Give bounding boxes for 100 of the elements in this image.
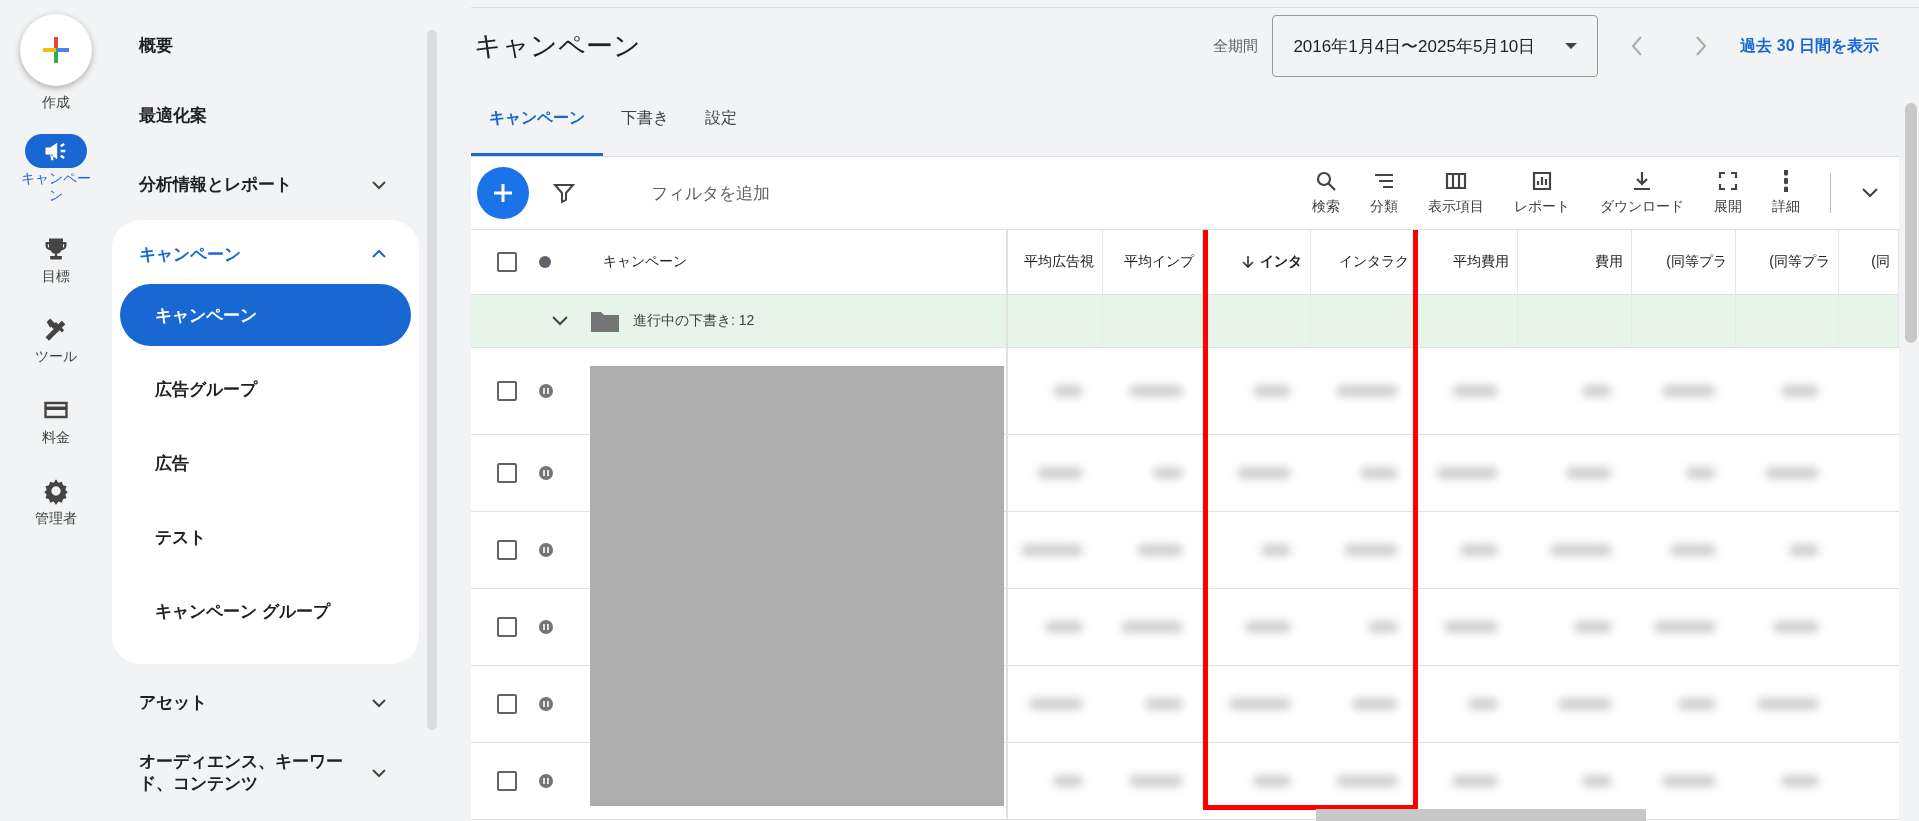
row-checkbox[interactable] <box>497 694 517 714</box>
sort-down-icon <box>1242 255 1254 269</box>
row-checkbox[interactable] <box>497 463 517 483</box>
blurred-value <box>1789 544 1819 556</box>
add-button[interactable] <box>477 167 529 219</box>
sidebar-subitem[interactable]: 広告 <box>119 432 411 494</box>
blurred-value <box>1368 621 1398 633</box>
plus-icon <box>40 35 71 65</box>
tab[interactable]: 設定 <box>687 84 755 156</box>
chevron-down-icon <box>371 698 387 708</box>
tab[interactable]: 下書き <box>603 84 687 156</box>
row-checkbox[interactable] <box>497 771 517 791</box>
columns-button[interactable]: 表示項目 <box>1416 170 1496 216</box>
sidebar-subitem[interactable]: 広告グループ <box>119 358 411 420</box>
blurred-value <box>1352 698 1398 710</box>
column-header[interactable]: 平均費用 <box>1418 230 1518 294</box>
column-header[interactable]: キャンペーン <box>603 253 687 271</box>
horizontal-scrollbar[interactable] <box>1316 809 1646 821</box>
row-checkbox[interactable] <box>497 617 517 637</box>
column-header[interactable]: 平均インプ <box>1103 230 1203 294</box>
sidebar-subitem[interactable]: テスト <box>119 506 411 568</box>
blurred-value <box>1336 385 1398 397</box>
row-checkbox[interactable] <box>497 381 517 401</box>
blurred-value <box>1021 544 1083 556</box>
blurred-value <box>1129 775 1183 787</box>
column-header[interactable]: 費用 <box>1518 230 1632 294</box>
blurred-value <box>1757 698 1819 710</box>
segment-button[interactable]: 分類 <box>1358 170 1410 216</box>
rail-item[interactable]: キャンペーン <box>5 134 106 204</box>
column-header[interactable]: (同等プラ <box>1632 230 1736 294</box>
rail-item[interactable]: ツール <box>5 312 106 366</box>
report-button[interactable]: レポート <box>1502 170 1582 216</box>
rail-item[interactable]: 料金 <box>5 393 106 446</box>
sidebar-item[interactable]: キャンペーン <box>111 224 419 284</box>
blurred-value <box>1253 775 1291 787</box>
download-button[interactable]: ダウンロード <box>1588 170 1696 216</box>
more-button[interactable]: 詳細 <box>1760 170 1812 216</box>
blurred-value <box>1229 698 1291 710</box>
blurred-value <box>1344 544 1398 556</box>
blurred-value <box>1773 621 1819 633</box>
column-header[interactable]: (同等プラ <box>1736 230 1839 294</box>
sidebar-item[interactable]: オーディエンス、キーワード、コンテンツ <box>111 738 427 808</box>
blurred-value <box>1121 621 1183 633</box>
show-last-30-days-link[interactable]: 過去 30 日間を表示 <box>1740 35 1879 57</box>
chevron-down-icon[interactable] <box>551 315 569 327</box>
search-icon <box>1315 170 1337 192</box>
drafts-label[interactable]: 進行中の下書き: 12 <box>633 312 755 330</box>
more-icon <box>1784 170 1788 192</box>
sidebar-subitem[interactable]: キャンペーン グループ <box>119 580 411 642</box>
column-header[interactable]: インタ <box>1203 230 1311 294</box>
blurred-value <box>1360 467 1398 479</box>
chevron-down-icon <box>371 768 387 778</box>
column-header[interactable]: 平均広告視 <box>1008 230 1103 294</box>
rail-item[interactable]: 管理者 <box>5 474 106 527</box>
chevron-down-icon <box>371 180 387 190</box>
blurred-value <box>1678 698 1716 710</box>
create-button[interactable] <box>19 14 92 86</box>
blurred-value <box>1662 775 1716 787</box>
blurred-value <box>1245 621 1291 633</box>
blurred-value <box>1129 385 1183 397</box>
sidebar-subitem[interactable]: キャンペーン <box>119 284 411 346</box>
bar-chart-icon <box>1531 170 1553 192</box>
blurred-value <box>1037 467 1083 479</box>
page-scrollbar[interactable] <box>1905 103 1917 343</box>
blurred-value <box>1582 775 1612 787</box>
blurred-value <box>1781 775 1819 787</box>
blurred-value <box>1237 467 1291 479</box>
column-header[interactable]: インタラク <box>1311 230 1418 294</box>
blurred-value <box>1436 467 1498 479</box>
sidebar-item[interactable]: アセット <box>111 668 427 738</box>
date-range-dropdown[interactable]: 2016年1月4日〜2025年5月10日 <box>1272 15 1599 77</box>
chevron-down-icon[interactable] <box>1861 187 1879 199</box>
search-button[interactable]: 検索 <box>1300 170 1352 216</box>
blurred-value <box>1452 385 1498 397</box>
status-dot-icon <box>539 256 551 268</box>
expand-icon <box>1717 170 1739 192</box>
download-icon <box>1631 170 1653 192</box>
rail-item[interactable]: 目標 <box>5 231 106 285</box>
sidebar-item[interactable]: 最適化案 <box>111 80 427 150</box>
blurred-value <box>1153 467 1183 479</box>
sidebar-item[interactable]: 概要 <box>111 10 427 80</box>
blurred-value <box>1662 385 1716 397</box>
blurred-value <box>1053 775 1083 787</box>
blurred-value <box>1558 698 1612 710</box>
blurred-value <box>1765 467 1819 479</box>
sidebar-item[interactable]: 分析情報とレポート <box>111 150 427 220</box>
columns-icon <box>1445 170 1467 192</box>
blurred-value <box>1145 698 1183 710</box>
expand-button[interactable]: 展開 <box>1702 170 1754 216</box>
blurred-value <box>1137 544 1183 556</box>
filter-icon[interactable] <box>553 182 575 204</box>
blurred-value <box>1253 385 1291 397</box>
page-title: キャンペーン <box>474 30 641 63</box>
blurred-value <box>1686 467 1716 479</box>
row-checkbox[interactable] <box>497 540 517 560</box>
select-all-checkbox[interactable] <box>497 252 517 272</box>
column-header[interactable]: (同 <box>1839 230 1899 294</box>
create-label: 作成 <box>41 94 70 112</box>
blurred-value <box>1468 698 1498 710</box>
add-filter-field[interactable]: フィルタを追加 <box>651 181 770 205</box>
